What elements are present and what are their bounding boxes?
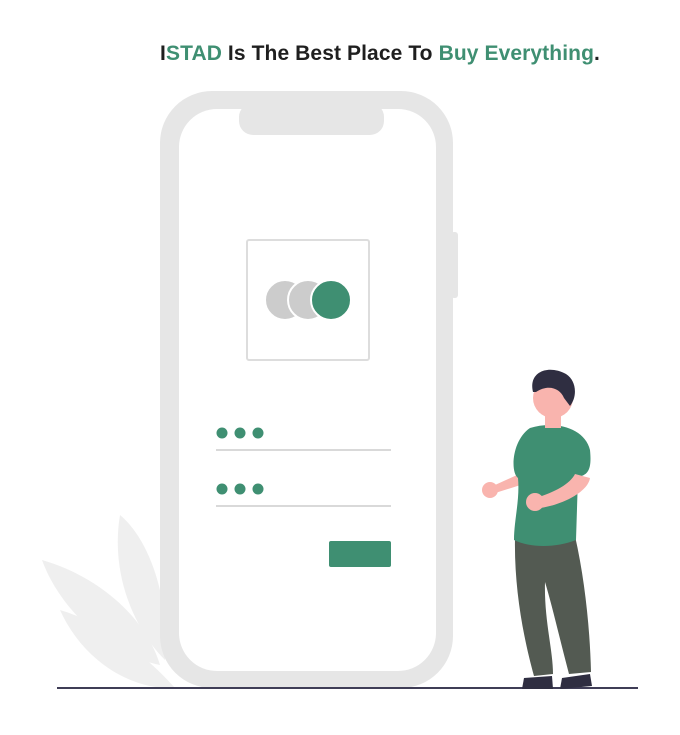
leaf-plant-icon: [42, 515, 175, 689]
overlapping-circles-logo-icon: [264, 279, 352, 321]
password-dots-icon: [216, 483, 264, 495]
phone-screen: [179, 109, 436, 671]
submit-button[interactable]: [329, 541, 391, 567]
field-underline: [216, 449, 391, 451]
phone-icon: [160, 91, 458, 688]
field-underline: [216, 505, 391, 507]
login-illustration: [42, 91, 638, 689]
phone-notch: [239, 103, 384, 135]
person-icon: [482, 369, 592, 689]
password-dots-icon: [216, 427, 264, 439]
